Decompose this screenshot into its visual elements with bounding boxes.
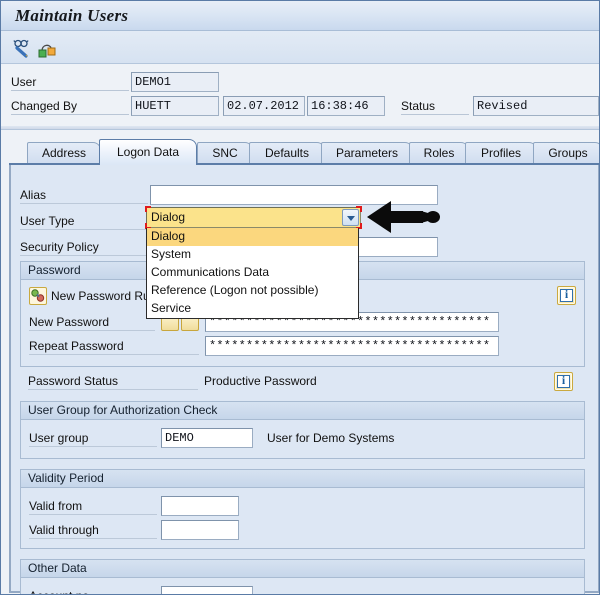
user-group-box-body: User group DEMO User for Demo Systems — [21, 420, 584, 458]
user-type-option-communications[interactable]: Communications Data — [147, 264, 358, 282]
valid-through-label: Valid through — [29, 523, 157, 539]
focus-bracket-top-left — [145, 206, 151, 212]
user-group-label: User group — [29, 431, 157, 447]
header-divider — [1, 126, 599, 130]
user-type-option-list: Dialog System Communications Data Refere… — [146, 228, 359, 319]
alias-label: Alias — [20, 188, 148, 204]
user-type-option-service[interactable]: Service — [147, 300, 358, 318]
tab-logon-data[interactable]: Logon Data — [99, 139, 197, 165]
tab-defaults[interactable]: Defaults — [249, 142, 325, 165]
account-no-label: Account no. — [29, 589, 157, 595]
row-valid-from: Valid from — [21, 496, 596, 518]
valid-from-label: Valid from — [29, 499, 157, 515]
other-data-box-title: Other Data — [21, 560, 584, 578]
user-type-option-reference[interactable]: Reference (Logon not possible) — [147, 282, 358, 300]
changed-by-label: Changed By — [11, 99, 129, 115]
changed-at-time-field: 16:38:46 — [307, 96, 385, 116]
info-glyph: i — [557, 373, 570, 388]
new-password-label: New Password — [29, 315, 155, 331]
user-group-description: User for Demo Systems — [267, 431, 394, 445]
user-value-field[interactable]: DEMO1 — [131, 72, 219, 92]
user-type-option-dialog[interactable]: Dialog — [147, 228, 358, 246]
validity-period-box: Validity Period Valid from Valid through — [20, 469, 585, 549]
password-status-label: Password Status — [28, 374, 198, 390]
validity-period-box-body: Valid from Valid through — [21, 488, 584, 548]
row-valid-through: Valid through — [21, 520, 596, 542]
window-title-bar: Maintain Users — [1, 1, 599, 31]
info-glyph: i — [560, 287, 573, 302]
repeat-password-label: Repeat Password — [29, 339, 199, 355]
password-rules-info-icon[interactable]: i — [557, 286, 576, 305]
password-status-value: Productive Password — [204, 374, 317, 388]
user-group-box: User Group for Authorization Check User … — [20, 401, 585, 459]
row-alias: Alias — [14, 185, 589, 207]
other-data-box: Other Data Account no. — [20, 559, 585, 595]
tab-parameters[interactable]: Parameters — [321, 142, 413, 165]
row-account-no: Account no. — [21, 586, 596, 595]
status-value-field: Revised — [473, 96, 599, 116]
tab-profiles[interactable]: Profiles — [465, 142, 537, 165]
user-type-dropdown-field[interactable]: Dialog — [146, 207, 361, 228]
display-change-icon[interactable] — [13, 38, 33, 58]
security-policy-label: Security Policy — [20, 240, 148, 256]
user-group-box-title: User Group for Authorization Check — [21, 402, 584, 420]
user-type-option-system[interactable]: System — [147, 246, 358, 264]
row-user-group: User group DEMO User for Demo Systems — [21, 428, 596, 450]
validity-period-box-title: Validity Period — [21, 470, 584, 488]
changed-on-date-field: 02.07.2012 — [223, 96, 305, 116]
user-type-label: User Type — [20, 214, 148, 230]
user-group-input[interactable]: DEMO — [161, 428, 253, 448]
page-title: Maintain Users — [15, 6, 128, 26]
new-password-rules-icon — [29, 287, 47, 305]
repeat-password-input[interactable]: ************************************** — [205, 336, 499, 356]
tab-strip: Address Logon Data SNC Defaults Paramete… — [9, 139, 599, 165]
valid-through-input[interactable] — [161, 520, 239, 540]
tab-snc[interactable]: SNC — [197, 142, 253, 165]
header-row-changed-by: Changed By HUETT 02.07.2012 16:38:46 Sta… — [1, 96, 599, 118]
tab-groups[interactable]: Groups — [533, 142, 600, 165]
account-no-input[interactable] — [161, 586, 253, 595]
sap-maintain-users-window: Maintain Users User DEMO1 — [0, 0, 600, 595]
tab-address[interactable]: Address — [27, 142, 101, 165]
tab-roles[interactable]: Roles — [409, 142, 469, 165]
header-row-user: User DEMO1 — [1, 72, 599, 94]
other-data-box-body: Account no. — [21, 578, 584, 595]
focus-bracket-top-right — [356, 206, 362, 212]
status-label: Status — [401, 99, 469, 115]
row-password-status: Password Status Productive Password i — [14, 371, 589, 393]
alias-input[interactable] — [150, 185, 438, 205]
changed-by-value-field: HUETT — [131, 96, 219, 116]
user-header-section: User DEMO1 Changed By HUETT 02.07.2012 1… — [1, 64, 599, 130]
user-type-selected-value: Dialog — [151, 210, 185, 224]
application-toolbar — [1, 31, 599, 64]
measurement-icon[interactable] — [37, 38, 57, 58]
user-label: User — [11, 75, 129, 91]
password-status-info-icon[interactable]: i — [554, 372, 573, 391]
row-repeat-password: Repeat Password ************************… — [21, 336, 596, 358]
valid-from-input[interactable] — [161, 496, 239, 516]
